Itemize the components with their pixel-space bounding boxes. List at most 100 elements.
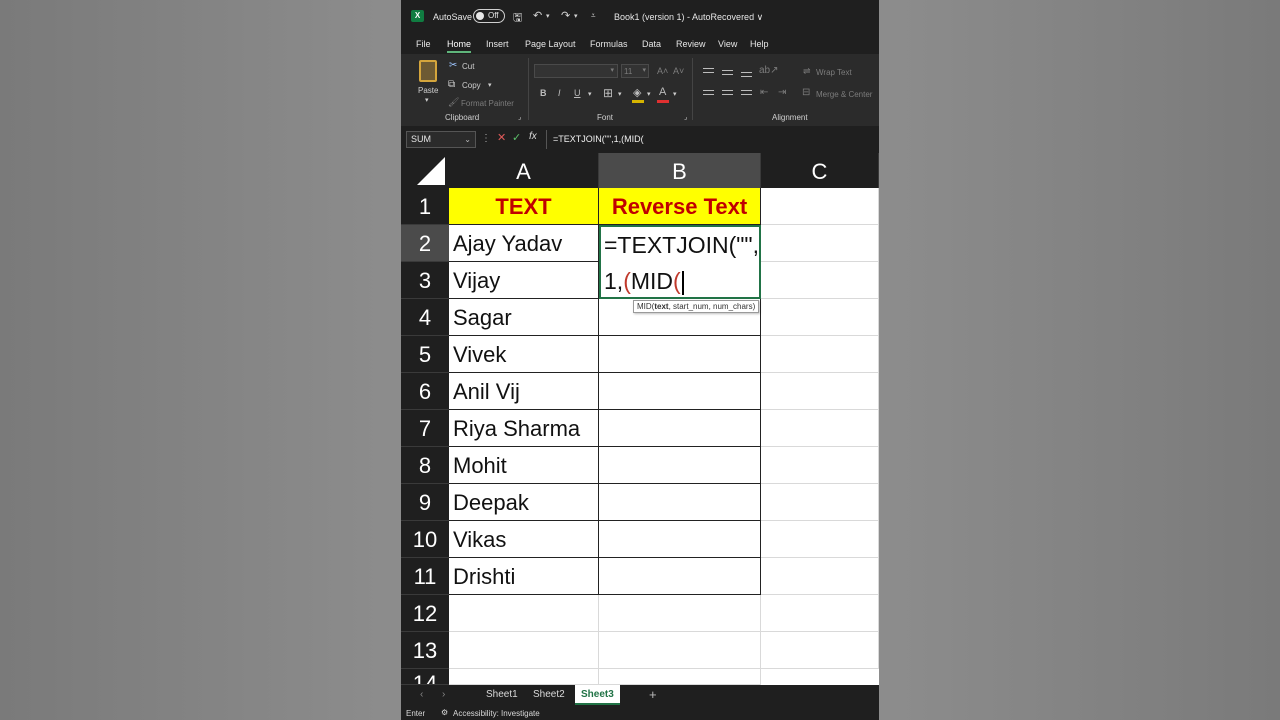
undo-icon[interactable]: ↶ bbox=[533, 9, 542, 22]
cell-b12[interactable] bbox=[599, 595, 761, 632]
cut-button[interactable]: Cut bbox=[462, 62, 474, 71]
column-header-c[interactable]: C bbox=[761, 153, 879, 188]
function-tooltip[interactable]: MID(text, start_num, num_chars) bbox=[633, 300, 760, 313]
borders-icon[interactable]: ⊞ bbox=[603, 86, 613, 100]
tab-formulas[interactable]: Formulas bbox=[590, 39, 628, 49]
row-header[interactable]: 13 bbox=[401, 632, 449, 669]
cell-a6[interactable]: Anil Vij bbox=[449, 373, 599, 410]
cell-c3[interactable] bbox=[761, 262, 879, 299]
row-header[interactable]: 10 bbox=[401, 521, 449, 558]
row-header[interactable]: 2 bbox=[401, 225, 449, 262]
italic-button[interactable]: I bbox=[558, 88, 561, 98]
cell-a3[interactable]: Vijay bbox=[449, 262, 599, 299]
next-sheet-icon[interactable]: › bbox=[442, 689, 445, 700]
row-header[interactable]: 1 bbox=[401, 188, 449, 225]
cell-a10[interactable]: Vikas bbox=[449, 521, 599, 558]
add-sheet-button[interactable]: + bbox=[649, 687, 657, 702]
bold-button[interactable]: B bbox=[540, 88, 547, 98]
document-title[interactable]: Book1 (version 1) - AutoRecovered ∨ bbox=[614, 12, 763, 23]
underline-dropdown-icon[interactable]: ▾ bbox=[588, 90, 592, 98]
accessibility-icon[interactable]: ⚙ bbox=[441, 708, 448, 717]
cell-a14[interactable] bbox=[449, 669, 599, 685]
cell-a1[interactable]: TEXT bbox=[449, 188, 599, 225]
copy-button[interactable]: Copy bbox=[462, 81, 481, 90]
row-header[interactable]: 7 bbox=[401, 410, 449, 447]
cell-a12[interactable] bbox=[449, 595, 599, 632]
tab-home[interactable]: Home bbox=[447, 39, 472, 53]
cut-icon[interactable]: ✂ bbox=[449, 60, 457, 71]
tab-help[interactable]: Help bbox=[750, 39, 769, 49]
cell-b10[interactable] bbox=[599, 521, 761, 558]
cell-c2[interactable] bbox=[761, 225, 879, 262]
copy-dropdown-icon[interactable]: ▾ bbox=[488, 81, 492, 89]
formula-input[interactable]: =TEXTJOIN("",1,(MID( bbox=[546, 130, 879, 149]
cell-b6[interactable] bbox=[599, 373, 761, 410]
cell-b13[interactable] bbox=[599, 632, 761, 669]
cancel-entry-icon[interactable]: ✕ bbox=[497, 131, 506, 144]
cell-b8[interactable] bbox=[599, 447, 761, 484]
row-header[interactable]: 6 bbox=[401, 373, 449, 410]
autosave-toggle[interactable]: Off bbox=[473, 9, 505, 23]
cell-c6[interactable] bbox=[761, 373, 879, 410]
tab-data[interactable]: Data bbox=[642, 39, 661, 49]
row-header[interactable]: 9 bbox=[401, 484, 449, 521]
customize-toolbar-icon[interactable]: ⩡ bbox=[591, 11, 596, 21]
save-icon[interactable]: 🖫 bbox=[513, 9, 522, 28]
cell-c5[interactable] bbox=[761, 336, 879, 373]
row-header[interactable]: 11 bbox=[401, 558, 449, 595]
cell-c10[interactable] bbox=[761, 521, 879, 558]
row-header[interactable]: 3 bbox=[401, 262, 449, 299]
tab-file[interactable]: File bbox=[416, 39, 431, 49]
confirm-entry-icon[interactable]: ✓ bbox=[512, 131, 521, 144]
row-header[interactable]: 4 bbox=[401, 299, 449, 336]
font-launcher-icon[interactable]: ⌟ bbox=[684, 113, 687, 121]
row-header[interactable]: 12 bbox=[401, 595, 449, 632]
cell-b1[interactable]: Reverse Text bbox=[599, 188, 761, 225]
copy-icon[interactable]: ⧉ bbox=[448, 79, 455, 90]
sheet-tab-2[interactable]: Sheet2 bbox=[533, 689, 565, 700]
undo-dropdown-icon[interactable]: ▾ bbox=[546, 12, 550, 20]
cell-b5[interactable] bbox=[599, 336, 761, 373]
chevron-down-icon[interactable]: ⌄ bbox=[464, 132, 471, 147]
active-cell-editor[interactable]: =TEXTJOIN("", 1,(MID( bbox=[599, 225, 761, 299]
sheet-tab-1[interactable]: Sheet1 bbox=[486, 689, 518, 700]
cell-b9[interactable] bbox=[599, 484, 761, 521]
font-color-icon[interactable]: A bbox=[659, 86, 666, 98]
cell-a5[interactable]: Vivek bbox=[449, 336, 599, 373]
row-header[interactable]: 14 bbox=[401, 669, 449, 685]
paste-dropdown-icon[interactable]: ▾ bbox=[425, 96, 429, 104]
cell-a2[interactable]: Ajay Yadav bbox=[449, 225, 599, 262]
tab-review[interactable]: Review bbox=[676, 39, 706, 49]
cell-c8[interactable] bbox=[761, 447, 879, 484]
underline-button[interactable]: U bbox=[574, 88, 581, 98]
cell-c11[interactable] bbox=[761, 558, 879, 595]
cell-b7[interactable] bbox=[599, 410, 761, 447]
cell-a8[interactable]: Mohit bbox=[449, 447, 599, 484]
insert-function-button[interactable]: fx bbox=[529, 131, 537, 142]
row-header[interactable]: 5 bbox=[401, 336, 449, 373]
name-box[interactable]: SUM ⌄ bbox=[406, 131, 476, 148]
select-all-button[interactable] bbox=[401, 153, 449, 188]
row-header[interactable]: 8 bbox=[401, 447, 449, 484]
prev-sheet-icon[interactable]: ‹ bbox=[420, 689, 423, 700]
font-color-dropdown-icon[interactable]: ▾ bbox=[673, 90, 677, 98]
cell-a11[interactable]: Drishti bbox=[449, 558, 599, 595]
accessibility-status[interactable]: Accessibility: Investigate bbox=[453, 709, 540, 718]
cell-c12[interactable] bbox=[761, 595, 879, 632]
cell-b11[interactable] bbox=[599, 558, 761, 595]
paste-icon[interactable] bbox=[419, 60, 437, 82]
cell-a7[interactable]: Riya Sharma bbox=[449, 410, 599, 447]
tab-insert[interactable]: Insert bbox=[486, 39, 509, 49]
cell-c4[interactable] bbox=[761, 299, 879, 336]
redo-dropdown-icon[interactable]: ▾ bbox=[574, 12, 578, 20]
cell-a4[interactable]: Sagar bbox=[449, 299, 599, 336]
redo-icon[interactable]: ↷ bbox=[561, 9, 570, 22]
sheet-tab-3[interactable]: Sheet3 bbox=[575, 685, 620, 705]
cell-c13[interactable] bbox=[761, 632, 879, 669]
column-header-a[interactable]: A bbox=[449, 153, 599, 188]
clipboard-launcher-icon[interactable]: ⌟ bbox=[518, 113, 521, 121]
borders-dropdown-icon[interactable]: ▾ bbox=[618, 90, 622, 98]
cell-c9[interactable] bbox=[761, 484, 879, 521]
cell-b14[interactable] bbox=[599, 669, 761, 685]
column-header-b[interactable]: B bbox=[599, 153, 761, 188]
